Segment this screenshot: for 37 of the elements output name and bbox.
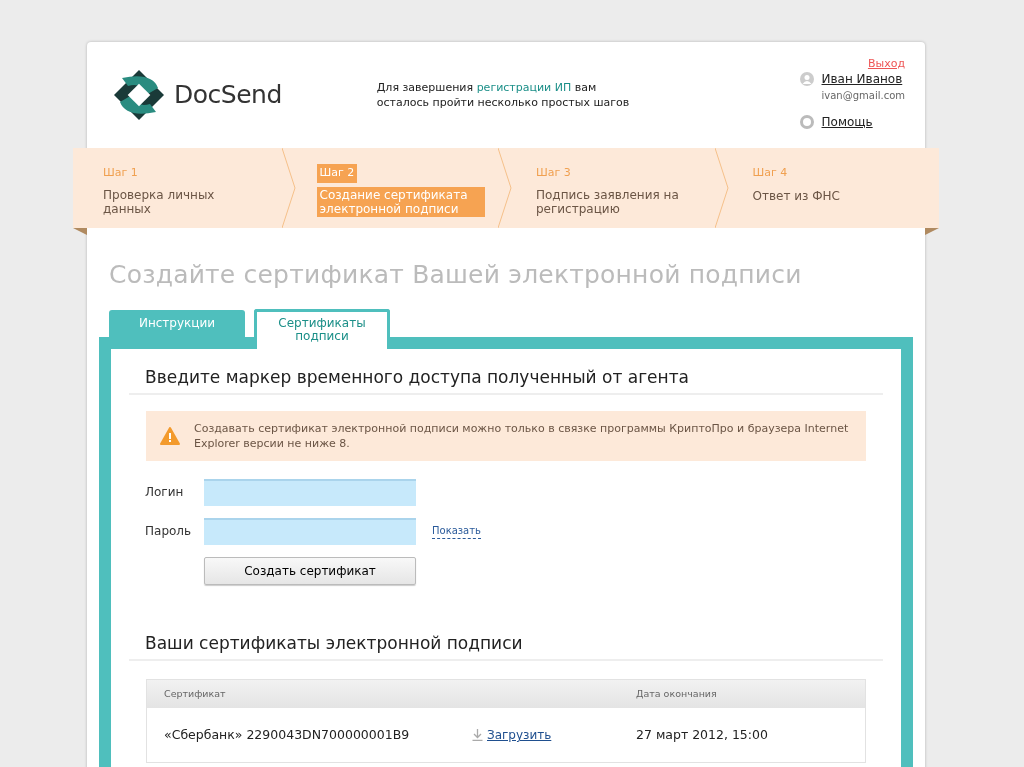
password-field[interactable] [204,517,416,545]
download-link[interactable]: Загрузить [487,726,552,745]
user-email: ivan@gmail.com [821,89,905,103]
help-link[interactable]: Помощь [821,113,873,131]
help-icon [799,115,814,129]
ribbon-fold-icon [925,228,939,235]
registration-link[interactable]: регистрации ИП [476,81,572,94]
download-icon [472,729,483,742]
create-certificate-button[interactable]: Создать сертификат [204,556,416,585]
warning-icon [160,426,180,445]
certificate-name: «Сбербанк» 2290043DN700000001B9 [164,725,411,744]
section-heading: Введите маркер временного доступа полученный от агента [129,366,883,395]
step-title[interactable]: Ответ из ФНС [749,187,843,204]
field-label: Логин [145,484,185,502]
tab[interactable]: Сертификаты подписи [254,308,390,349]
step-label: Шаг 4 [751,165,789,181]
logo-text: DocSend [174,79,282,112]
step-label: Шаг 2 [316,164,358,183]
section-heading: Ваши сертификаты электронной подписи [129,632,883,662]
step-label: Шаг 3 [535,165,572,181]
column-header: Сертификат [164,687,227,702]
field-label: Пароль [145,523,193,541]
ribbon-fold-icon [73,228,87,235]
warning-text: Создавать сертификат электронной подписи можно только в связке программы КриптоПро и браузера Internet Explorer версии не ниже 8. [194,420,850,451]
logo-icon [112,68,166,122]
intro-text: Для завершения регистрации ИП вам осталось пройти несколько простых шагов [376,80,631,110]
page-title: Создайте сертификат Вашей электронной подписи [109,259,803,291]
user-icon [799,72,814,86]
step-title[interactable]: Проверка личных данных [100,186,268,217]
show-password-link[interactable]: Показать [432,523,481,540]
step-title[interactable]: Подпись заявления на регистрацию [533,186,701,217]
expiry-date: 27 март 2012, 15:00 [636,725,768,744]
login-field[interactable] [204,478,416,506]
column-header: Дата окончания [636,687,717,702]
step-label: Шаг 1 [102,165,139,181]
logout-link[interactable]: Выход [867,56,905,73]
user-name-link[interactable]: Иван Иванов [821,70,905,88]
